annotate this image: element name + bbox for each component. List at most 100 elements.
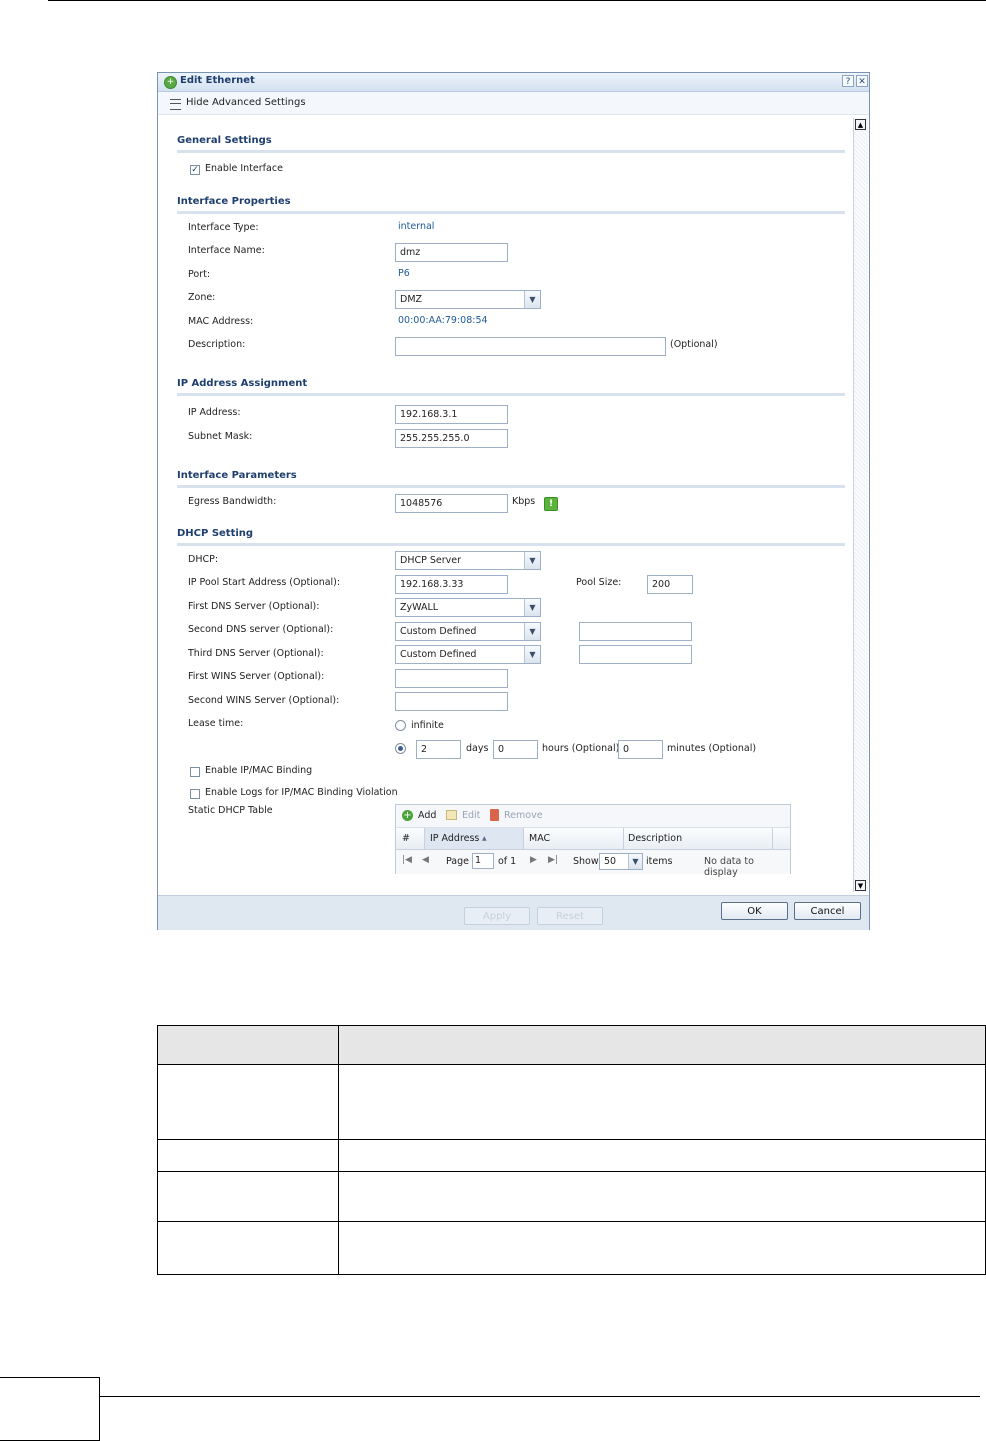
page-number-input[interactable]: 1	[472, 853, 494, 869]
page-top-rule	[48, 0, 986, 1]
page-size-select[interactable]: 50 ▼	[599, 853, 643, 870]
column-header-description[interactable]: Description	[628, 833, 682, 844]
subnet-mask-label: Subnet Mask:	[188, 431, 253, 442]
page-size-select-value: 50	[604, 856, 617, 867]
lease-hours-input[interactable]: 0	[493, 740, 538, 759]
column-header-ip-address[interactable]: IP Address	[430, 833, 479, 844]
column-header-mac[interactable]: MAC	[529, 833, 550, 844]
first-wins-input[interactable]	[395, 669, 508, 688]
scroll-down-icon[interactable]: ▼	[855, 880, 866, 891]
last-page-icon[interactable]: ▶|	[548, 855, 558, 865]
first-page-icon[interactable]: |◀	[402, 855, 412, 865]
third-dns-custom-input[interactable]	[579, 645, 692, 664]
interface-type-label: Interface Type:	[188, 222, 259, 233]
lease-minutes-label: minutes (Optional)	[667, 743, 757, 754]
egress-bandwidth-input[interactable]: 1048576	[395, 494, 508, 513]
ok-button[interactable]: OK	[721, 902, 788, 920]
column-divider	[623, 828, 624, 849]
ip-address-input[interactable]: 192.168.3.1	[395, 405, 508, 424]
add-icon[interactable]: +	[402, 810, 413, 821]
enable-interface-label: Enable Interface	[205, 163, 283, 174]
lease-minutes-input[interactable]: 0	[618, 740, 663, 759]
chevron-down-icon[interactable]: ▼	[524, 599, 540, 616]
lease-time-label: Lease time:	[188, 718, 244, 729]
pool-size-input[interactable]: 200	[647, 575, 693, 594]
info-icon[interactable]: !	[544, 497, 558, 511]
dhcp-select[interactable]: DHCP Server ▼	[395, 551, 541, 570]
lease-infinite-radio[interactable]	[395, 720, 406, 731]
apply-button[interactable]: Apply	[464, 907, 530, 925]
ipmac-binding-checkbox[interactable]	[190, 767, 200, 777]
lease-days-label: days	[466, 743, 489, 754]
second-dns-label: Second DNS server (Optional):	[188, 624, 334, 635]
chevron-down-icon[interactable]: ▼	[524, 291, 540, 308]
sort-ascending-icon: ▲	[482, 835, 487, 842]
table-row-divider	[158, 1171, 985, 1172]
static-dhcp-table: + Add Edit Remove # IP Address ▲ MAC Des…	[395, 804, 791, 878]
table-column-divider	[338, 1026, 339, 1274]
vertical-scrollbar[interactable]: ▲ ▼	[853, 118, 868, 892]
section-divider	[177, 543, 845, 546]
chevron-down-icon[interactable]: ▼	[628, 854, 642, 869]
ipmac-logs-label: Enable Logs for IP/MAC Binding Violation	[205, 787, 398, 798]
zone-label: Zone:	[188, 292, 216, 303]
dhcp-label: DHCP:	[188, 554, 219, 565]
table-header-row	[158, 1026, 985, 1064]
zone-select[interactable]: DMZ ▼	[395, 290, 541, 309]
second-dns-custom-input[interactable]	[579, 622, 692, 641]
egress-bandwidth-label: Egress Bandwidth:	[188, 496, 277, 507]
lease-custom-radio[interactable]	[395, 743, 406, 754]
description-optional-hint: (Optional)	[670, 339, 718, 350]
show-label: Show	[573, 856, 599, 867]
lease-days-input[interactable]: 2	[416, 740, 461, 759]
scroll-up-icon[interactable]: ▲	[855, 119, 866, 130]
first-dns-select-value: ZyWALL	[400, 602, 439, 613]
third-dns-select[interactable]: Custom Defined ▼	[395, 645, 541, 664]
table-row-divider	[158, 1064, 985, 1065]
section-interface-parameters: Interface Parameters	[177, 470, 297, 481]
second-wins-input[interactable]	[395, 692, 508, 711]
section-dhcp-setting: DHCP Setting	[177, 528, 254, 539]
enable-interface-checkbox[interactable]: ✓	[190, 165, 200, 175]
section-general-settings: General Settings	[177, 135, 272, 146]
first-dns-select[interactable]: ZyWALL ▼	[395, 598, 541, 617]
chevron-down-icon[interactable]: ▼	[524, 552, 540, 569]
second-dns-select[interactable]: Custom Defined ▼	[395, 622, 541, 641]
description-input[interactable]	[395, 337, 666, 356]
section-ip-address-assignment: IP Address Assignment	[177, 378, 308, 389]
table-header: # IP Address ▲ MAC Description	[396, 828, 790, 850]
section-divider	[177, 211, 845, 214]
subnet-mask-input[interactable]: 255.255.255.0	[395, 429, 508, 448]
empty-table-message: No data to display	[704, 856, 754, 878]
close-icon[interactable]: ✕	[856, 75, 868, 87]
trash-icon[interactable]	[490, 809, 499, 821]
page-count-label: of 1	[498, 856, 517, 867]
first-dns-label: First DNS Server (Optional):	[188, 601, 320, 612]
interface-name-input[interactable]: dmz	[395, 243, 508, 262]
section-divider	[177, 393, 845, 396]
chevron-down-icon[interactable]: ▼	[524, 646, 540, 663]
chevron-down-icon[interactable]: ▼	[524, 623, 540, 640]
ip-address-label: IP Address:	[188, 407, 241, 418]
remove-button[interactable]: Remove	[504, 810, 543, 821]
pool-size-label: Pool Size:	[576, 577, 622, 588]
add-button[interactable]: Add	[418, 810, 436, 821]
edit-icon[interactable]	[446, 810, 457, 820]
prev-page-icon[interactable]: ◀	[422, 855, 429, 865]
section-interface-properties: Interface Properties	[177, 196, 291, 207]
ipmac-logs-checkbox[interactable]	[190, 789, 200, 799]
help-icon[interactable]: ?	[842, 75, 854, 87]
page-number-box	[0, 1377, 100, 1441]
column-divider	[772, 828, 773, 849]
reset-button[interactable]: Reset	[537, 907, 603, 925]
dialog-footer: Apply Reset OK Cancel	[158, 895, 869, 930]
edit-button[interactable]: Edit	[462, 810, 480, 821]
pool-start-input[interactable]: 192.168.3.33	[395, 575, 508, 594]
hide-advanced-settings-button[interactable]: Hide Advanced Settings	[186, 97, 306, 108]
next-page-icon[interactable]: ▶	[530, 855, 537, 865]
ipmac-binding-label: Enable IP/MAC Binding	[205, 765, 313, 776]
second-wins-label: Second WINS Server (Optional):	[188, 695, 340, 706]
column-header-index[interactable]: #	[402, 833, 410, 844]
cancel-button[interactable]: Cancel	[794, 902, 861, 920]
interface-name-label: Interface Name:	[188, 245, 265, 256]
